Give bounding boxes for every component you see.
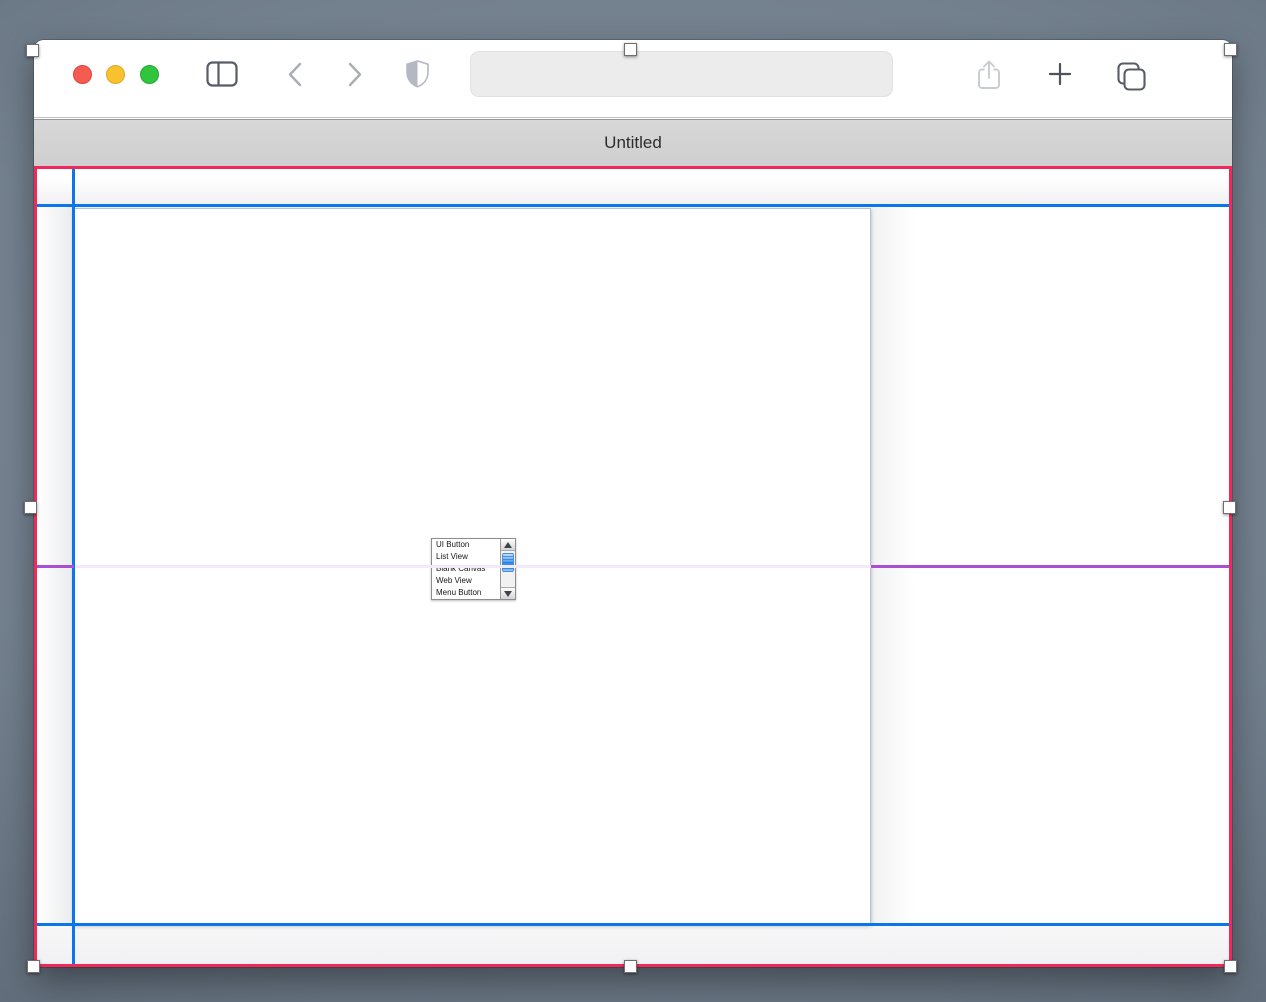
canvas-shade-top (37, 169, 1229, 204)
scroll-down-arrow-icon (504, 591, 512, 597)
selection-handle-bottom-left[interactable] (27, 960, 40, 973)
share-icon[interactable] (975, 59, 1003, 91)
traffic-light-zoom-button[interactable] (140, 65, 159, 84)
listbox-scrollbar[interactable] (500, 539, 515, 599)
component-listbox: UI Button List View Blank Canvas Web Vie… (431, 538, 516, 600)
selection-handle-middle-left[interactable] (24, 501, 37, 514)
show-tabs-icon[interactable] (1115, 61, 1147, 92)
design-canvas-selection: UI Button List View Blank Canvas Web Vie… (34, 166, 1232, 967)
scroll-up-button[interactable] (501, 539, 515, 551)
guide-line-blue-horizontal-top (37, 204, 1229, 207)
traffic-light-close-button[interactable] (73, 65, 92, 84)
canvas-shade-bottom (37, 926, 1229, 964)
mock-browser-window: Untitled UI Button List View Blank Canva… (34, 40, 1232, 967)
sidebar-toggle-icon[interactable] (206, 61, 238, 87)
selection-handle-bottom-center[interactable] (624, 960, 637, 973)
selection-handle-top-center[interactable] (624, 43, 637, 56)
selection-handle-middle-right[interactable] (1223, 501, 1236, 514)
traffic-light-minimize-button[interactable] (106, 65, 125, 84)
browser-tab-bar: Untitled (34, 119, 1232, 166)
shield-icon[interactable] (404, 59, 431, 89)
scroll-up-arrow-icon (504, 542, 512, 548)
back-chevron-icon[interactable] (288, 62, 302, 87)
guide-line-purple-faint (74, 565, 871, 568)
selection-handle-top-left[interactable] (26, 44, 39, 57)
scrollbar-thumb[interactable] (502, 553, 514, 572)
design-tool-desktop: Untitled UI Button List View Blank Canva… (0, 0, 1266, 1002)
selection-handle-top-right[interactable] (1224, 43, 1237, 56)
guide-line-purple-right (871, 565, 1229, 568)
address-bar-input[interactable] (470, 51, 893, 97)
forward-chevron-icon[interactable] (348, 62, 362, 87)
canvas-shade-left (37, 204, 74, 964)
guide-line-purple-left (37, 565, 74, 568)
new-tab-plus-icon[interactable] (1048, 62, 1072, 86)
guide-line-blue-horizontal-bottom (37, 923, 1229, 926)
scroll-down-button[interactable] (501, 587, 515, 599)
tab-title: Untitled (604, 133, 662, 153)
selection-handle-bottom-right[interactable] (1224, 960, 1237, 973)
